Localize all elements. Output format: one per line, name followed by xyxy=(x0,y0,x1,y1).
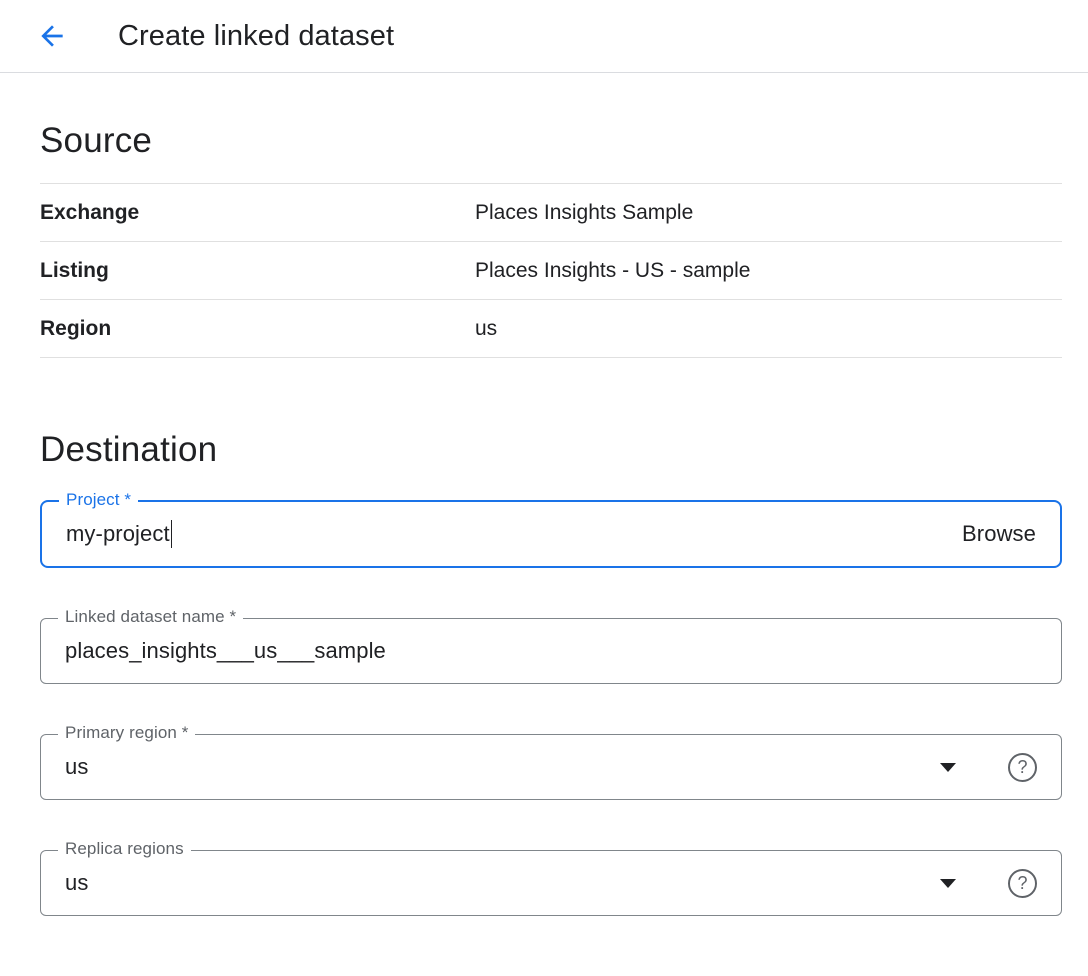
replica-regions-select[interactable]: Replica regions us ? xyxy=(40,850,1062,916)
exchange-value: Places Insights Sample xyxy=(475,201,693,225)
page-content: Source Exchange Places Insights Sample L… xyxy=(0,121,1088,916)
project-field-label: Project * xyxy=(59,490,138,510)
browse-button[interactable]: Browse xyxy=(962,521,1036,547)
listing-label: Listing xyxy=(40,259,475,283)
linked-dataset-name-value[interactable]: places_insights___us___sample xyxy=(65,638,386,664)
page-header: Create linked dataset xyxy=(0,0,1088,73)
text-cursor xyxy=(171,520,173,548)
destination-heading: Destination xyxy=(40,430,1062,470)
help-icon[interactable]: ? xyxy=(1008,753,1037,782)
region-label: Region xyxy=(40,317,475,341)
exchange-label: Exchange xyxy=(40,201,475,225)
table-row: Region us xyxy=(40,300,1062,358)
source-heading: Source xyxy=(40,121,1062,161)
table-row: Exchange Places Insights Sample xyxy=(40,184,1062,242)
primary-region-select[interactable]: Primary region * us ? xyxy=(40,734,1062,800)
create-linked-dataset-page: Create linked dataset Source Exchange Pl… xyxy=(0,0,1088,976)
primary-region-value: us xyxy=(65,754,88,780)
region-value: us xyxy=(475,317,497,341)
page-title: Create linked dataset xyxy=(118,20,394,53)
replica-regions-label: Replica regions xyxy=(58,839,191,859)
help-icon[interactable]: ? xyxy=(1008,869,1037,898)
listing-value: Places Insights - US - sample xyxy=(475,259,750,283)
chevron-down-icon[interactable] xyxy=(940,763,956,772)
linked-dataset-name-field[interactable]: Linked dataset name * places_insights___… xyxy=(40,618,1062,684)
project-input-value[interactable]: my-project xyxy=(66,521,170,547)
replica-regions-value: us xyxy=(65,870,88,896)
back-button[interactable] xyxy=(32,16,72,56)
primary-region-label: Primary region * xyxy=(58,723,195,743)
project-field[interactable]: Project * my-project Browse xyxy=(40,500,1062,568)
arrow-back-icon xyxy=(36,20,68,52)
source-info-table: Exchange Places Insights Sample Listing … xyxy=(40,183,1062,358)
linked-dataset-name-label: Linked dataset name * xyxy=(58,607,243,627)
table-row: Listing Places Insights - US - sample xyxy=(40,242,1062,300)
chevron-down-icon[interactable] xyxy=(940,879,956,888)
